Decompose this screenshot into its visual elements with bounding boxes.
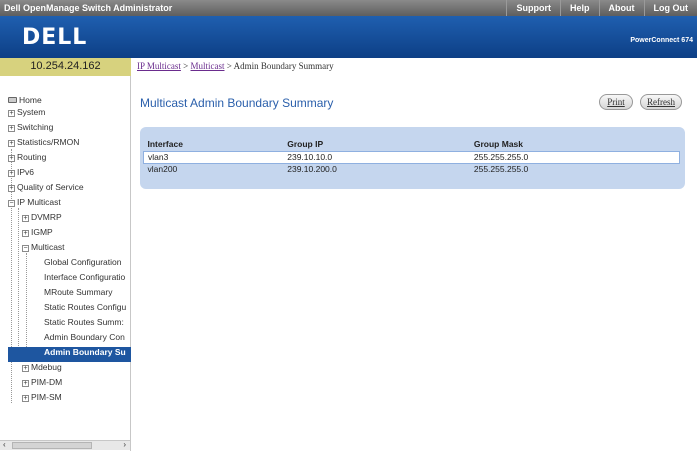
expand-icon[interactable]: + — [22, 215, 29, 222]
table-row[interactable]: vlan200 239.10.200.0 255.255.255.0 — [144, 163, 680, 175]
page-title: Multicast Admin Boundary Summary — [140, 96, 334, 110]
nav-item-qos[interactable]: + Quality of Service — [8, 182, 139, 197]
nav-item-switching[interactable]: + Switching — [8, 122, 139, 137]
product-name: PowerConnect 674 — [630, 37, 693, 44]
expand-icon[interactable]: + — [8, 185, 15, 192]
collapse-icon[interactable]: − — [8, 200, 15, 207]
scroll-right-icon[interactable]: › — [123, 440, 126, 449]
dell-logo: DELL — [22, 25, 88, 50]
expand-icon[interactable]: + — [22, 395, 29, 402]
print-button[interactable]: Print — [599, 94, 633, 110]
expand-icon[interactable]: + — [22, 230, 29, 237]
app-title: Dell OpenManage Switch Administrator — [4, 3, 173, 13]
cell-group-mask: 255.255.255.0 — [473, 164, 529, 175]
cell-group-ip: 239.10.200.0 — [287, 164, 337, 175]
support-link[interactable]: Support — [506, 0, 560, 16]
cell-interface: vlan3 — [143, 150, 284, 164]
top-bar: Dell OpenManage Switch Administrator Sup… — [0, 0, 697, 16]
scroll-left-icon[interactable]: ‹ — [3, 440, 6, 449]
breadcrumb-multicast-link[interactable]: Multicast — [191, 61, 225, 71]
cell-group-ip: 239.10.10.0 — [283, 150, 470, 164]
expand-icon[interactable]: + — [22, 380, 29, 387]
nav-item-global-configuration[interactable]: Global Configuration — [44, 257, 131, 272]
scrollbar-thumb[interactable] — [12, 442, 92, 449]
nav-item-dvmrp[interactable]: + DVMRP — [22, 212, 153, 227]
nav-item-ip-multicast[interactable]: − IP Multicast — [8, 197, 139, 212]
expand-icon[interactable]: + — [8, 140, 15, 147]
admin-boundary-table: Interface Group IP Group Mask vlan3 239.… — [143, 138, 680, 175]
expand-icon[interactable]: + — [8, 170, 15, 177]
tree-line — [26, 253, 27, 359]
nav-item-igmp[interactable]: + IGMP — [22, 227, 153, 242]
expand-icon[interactable]: + — [8, 110, 15, 117]
nav-item-system[interactable]: + System — [8, 107, 139, 122]
top-links: Support Help About Log Out — [506, 0, 697, 16]
summary-table-panel: Interface Group IP Group Mask vlan3 239.… — [140, 127, 685, 189]
about-link[interactable]: About — [598, 0, 644, 16]
nav-horizontal-scrollbar[interactable]: ‹ › — [0, 440, 130, 450]
nav-item-mroute-summary[interactable]: MRoute Summary — [44, 287, 131, 302]
nav-item-multicast[interactable]: − Multicast — [22, 242, 153, 257]
nav-item-static-routes-summary[interactable]: Static Routes Summ: — [44, 317, 131, 332]
nav-item-statistics[interactable]: + Statistics/RMON — [8, 137, 139, 152]
breadcrumb-current: Admin Boundary Summary — [233, 61, 334, 71]
column-header-group-ip: Group IP — [287, 139, 324, 150]
expand-icon[interactable]: + — [8, 125, 15, 132]
expand-icon[interactable]: + — [8, 155, 15, 162]
logout-link[interactable]: Log Out — [643, 0, 697, 16]
left-nav: 10.254.24.162 Home + System + Switching + S… — [0, 58, 131, 451]
home-icon — [8, 97, 17, 103]
nav-item-ipv6[interactable]: + IPv6 — [8, 167, 139, 182]
nav-item-admin-boundary-summary[interactable]: Admin Boundary Su — [8, 347, 131, 362]
nav-item-interface-configuration[interactable]: Interface Configuratio — [44, 272, 131, 287]
breadcrumb: IP Multicast > Multicast > Admin Boundar… — [137, 61, 334, 71]
table-header-row: Interface Group IP Group Mask — [144, 138, 680, 151]
nav-item-admin-boundary-config[interactable]: Admin Boundary Con — [44, 332, 131, 347]
nav-item-mdebug[interactable]: + Mdebug — [22, 362, 153, 377]
nav-item-routing[interactable]: + Routing — [8, 152, 139, 167]
nav-item-pim-dm[interactable]: + PIM-DM — [22, 377, 153, 392]
help-link[interactable]: Help — [559, 0, 599, 16]
collapse-icon[interactable]: − — [22, 245, 29, 252]
column-header-interface: Interface — [147, 139, 183, 150]
nav-item-static-routes-config[interactable]: Static Routes Configu — [44, 302, 131, 317]
brand-bar: DELL PowerConnect 674 — [0, 16, 697, 58]
table-row[interactable]: vlan3 239.10.10.0 255.255.255.0 — [143, 150, 680, 164]
nav-item-pim-sm[interactable]: + PIM-SM — [22, 392, 153, 407]
refresh-button[interactable]: Refresh — [640, 94, 682, 110]
tree-line — [18, 208, 19, 362]
cell-group-mask: 255.255.255.0 — [469, 150, 680, 164]
cell-interface: vlan200 — [147, 164, 178, 175]
breadcrumb-ip-multicast-link[interactable]: IP Multicast — [137, 61, 181, 71]
column-header-group-mask: Group Mask — [473, 139, 523, 150]
switch-ip-address: 10.254.24.162 — [0, 58, 131, 76]
expand-icon[interactable]: + — [22, 365, 29, 372]
